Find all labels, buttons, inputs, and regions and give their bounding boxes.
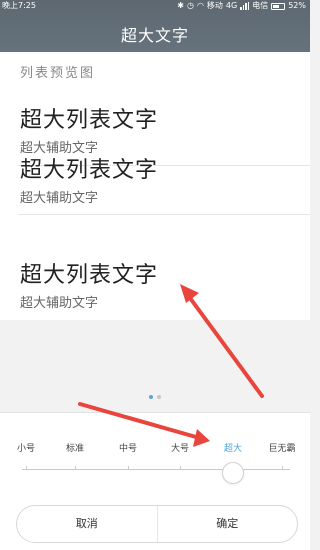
list-item-subtitle: 超大辅助文字: [20, 191, 99, 206]
size-option-small[interactable]: 小号: [17, 441, 35, 454]
page-indicator: [0, 395, 310, 399]
size-option-standard[interactable]: 标准: [66, 441, 84, 454]
list-item-subtitle: 超大辅助文字: [20, 296, 99, 311]
network-label: 移动: [206, 1, 223, 10]
font-size-options: 小号 标准 中号 大号 超大 巨无霸: [0, 441, 310, 455]
cancel-button[interactable]: 取消: [17, 506, 157, 542]
list-item: 超大列表文字 超大辅助文字: [20, 102, 300, 156]
size-slider-track[interactable]: [22, 466, 290, 470]
size-option-large[interactable]: 大号: [171, 441, 189, 454]
slider-tick: [75, 466, 76, 469]
signal-icon: [240, 2, 250, 10]
list-item-title: 超大列表文字: [20, 263, 159, 288]
page-dot: [157, 395, 161, 399]
top-bar: 晚上7:25 ✱ ◷ ◠ 移动 4G 电信 52% 超大文字: [0, 0, 310, 52]
font-size-panel: 小号 标准 中号 大号 超大 巨无霸 取消 确定: [0, 412, 310, 550]
carrier-label: 电信: [252, 1, 269, 10]
battery-level: 52%: [288, 1, 306, 10]
list-item-title: 超大列表文字: [20, 158, 159, 183]
wifi-icon: ◠: [196, 1, 204, 10]
preview-label: 列表预览图: [20, 66, 96, 81]
battery-icon: [271, 2, 286, 10]
status-right: ✱ ◷ ◠ 移动 4G 电信 52%: [177, 0, 306, 12]
size-slider-thumb[interactable]: [222, 462, 244, 484]
page-title: 超大文字: [120, 26, 189, 45]
size-option-extra-large[interactable]: 超大: [224, 441, 242, 454]
list-preview: 列表预览图 超大列表文字 超大辅助文字 超大列表文字 超大辅助文字 超大列表文字…: [0, 52, 310, 320]
slider-tick: [180, 466, 181, 469]
slider-tick: [26, 466, 27, 469]
status-time: 晚上7:25: [2, 1, 36, 10]
size-option-medium[interactable]: 中号: [119, 441, 137, 454]
slider-tick: [128, 466, 129, 469]
bluetooth-icon: ✱: [177, 1, 184, 10]
status-bar: 晚上7:25 ✱ ◷ ◠ 移动 4G 电信 52%: [0, 0, 310, 14]
divider: [18, 214, 310, 215]
list-item-title: 超大列表文字: [20, 108, 159, 133]
network-type: 4G: [225, 1, 238, 10]
list-item: 超大列表文字 超大辅助文字: [20, 152, 300, 206]
slider-tick: [282, 466, 283, 469]
list-item: 超大列表文字 超大辅助文字: [20, 257, 300, 311]
size-option-huge[interactable]: 巨无霸: [268, 441, 295, 454]
action-buttons: 取消 确定: [16, 505, 298, 543]
page-dot-active: [149, 395, 153, 399]
confirm-button[interactable]: 确定: [156, 506, 298, 542]
alarm-icon: ◷: [186, 1, 194, 10]
